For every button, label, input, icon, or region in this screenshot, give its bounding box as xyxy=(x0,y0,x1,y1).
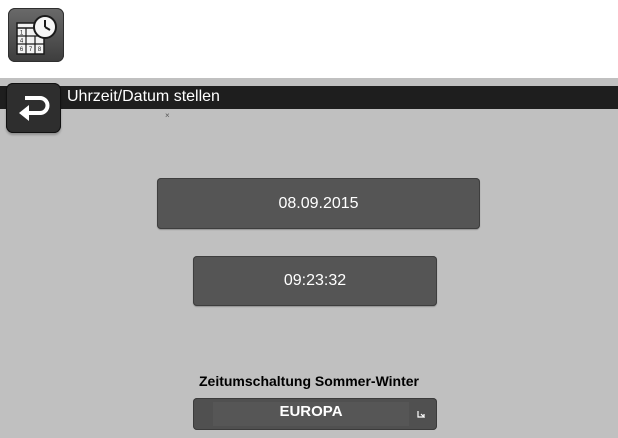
date-button[interactable]: 08.09.2015 xyxy=(157,178,480,229)
back-button[interactable] xyxy=(6,83,61,133)
dst-selected-value: EUROPA xyxy=(279,403,343,420)
dst-region-select[interactable]: EUROPA xyxy=(193,398,437,430)
time-button[interactable]: 09:23:32 xyxy=(193,256,437,306)
select-arrow-icon xyxy=(417,411,425,418)
clock-calendar-icon: 1 4 6 7 8 xyxy=(8,8,64,62)
page-title: Uhrzeit/Datum stellen xyxy=(67,88,220,105)
dst-switch-label: Zeitumschaltung Sommer-Winter xyxy=(198,373,419,389)
return-arrow-icon xyxy=(19,96,50,121)
separator-mark: × xyxy=(165,111,170,120)
